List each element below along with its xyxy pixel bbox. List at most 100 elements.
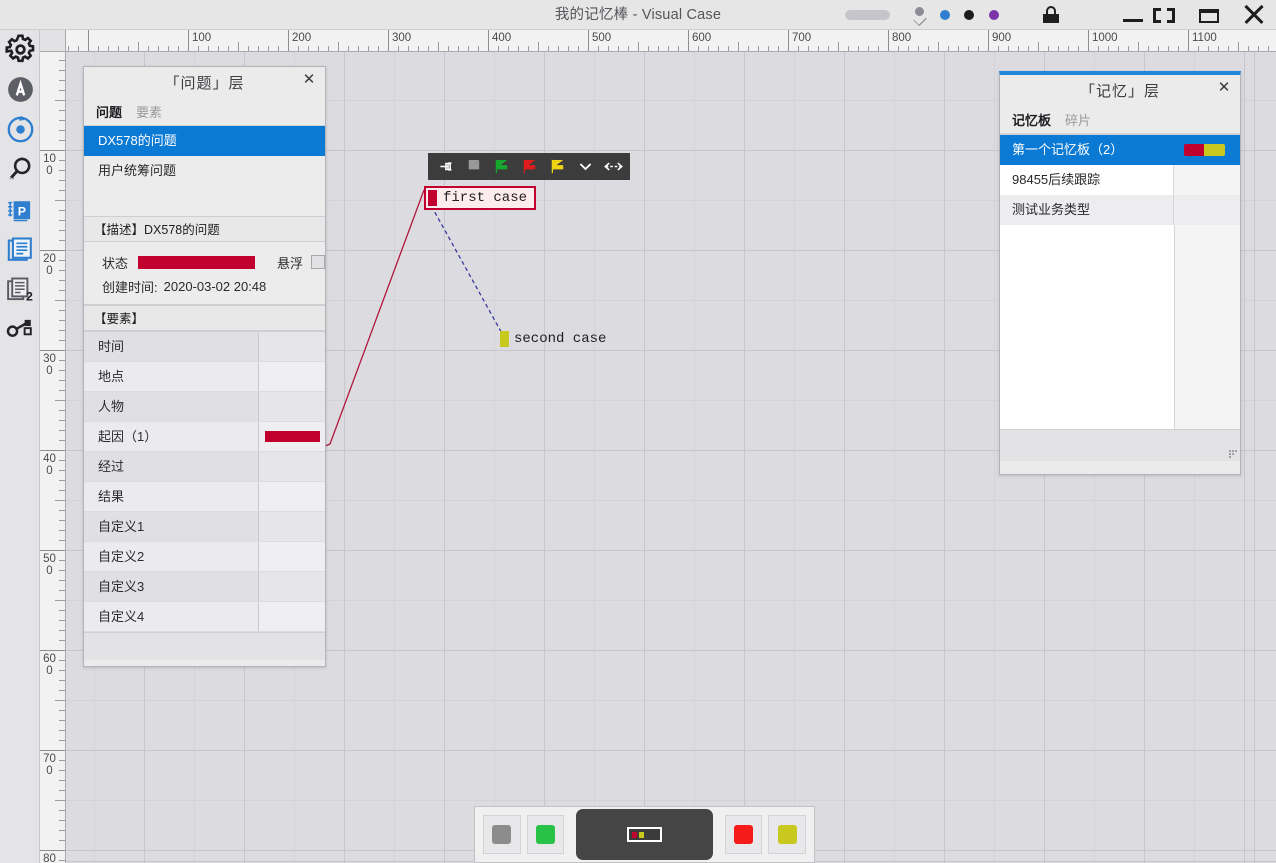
palette-red-button[interactable]	[724, 815, 763, 854]
palette-yellow-button[interactable]	[768, 815, 806, 854]
node-label: first case	[443, 190, 528, 206]
list-item[interactable]: 第一个记忆板（2）	[1000, 135, 1240, 165]
palette-green-button[interactable]	[526, 815, 565, 854]
ruler-minor-tick	[59, 410, 65, 411]
user-icon[interactable]	[910, 5, 930, 27]
flag-yellow-icon[interactable]	[544, 155, 570, 178]
list-item[interactable]: 测试业务类型	[1000, 195, 1240, 225]
ruler-label: 200	[43, 253, 56, 277]
sidebar-item-memory-layer[interactable]	[4, 233, 37, 266]
ruler-minor-tick	[508, 46, 509, 51]
ruler-minor-tick	[218, 46, 219, 51]
ruler-minor-tick	[78, 46, 79, 51]
resize-grip[interactable]	[1227, 448, 1237, 458]
fullscreen-button[interactable]	[1140, 0, 1188, 30]
tab-memory-board[interactable]: 记忆板	[1012, 110, 1051, 133]
table-cell-value	[259, 572, 325, 601]
ruler-minor-tick	[59, 770, 65, 771]
sidebar-item-tools[interactable]	[4, 313, 37, 346]
list-item-label: 测试业务类型	[1000, 195, 1174, 225]
memory-layer-panel: 「记忆」层 ✕ 记忆板 碎片 第一个记忆板（2） 98455后续跟踪 测试业务类…	[999, 71, 1241, 475]
ruler-minor-tick	[1158, 46, 1159, 51]
flag-green-icon[interactable]	[488, 155, 514, 178]
ruler-minor-tick	[59, 130, 65, 131]
flag-red-icon[interactable]	[516, 155, 542, 178]
ruler-minor-tick	[858, 46, 859, 51]
sidebar-item-refresh[interactable]	[4, 113, 37, 146]
close-button[interactable]	[1230, 0, 1276, 30]
palette-gray-button[interactable]	[483, 815, 521, 854]
lock-icon[interactable]	[1043, 6, 1059, 23]
table-row[interactable]: 自定义2	[84, 542, 325, 572]
problem-panel-tabs: 问题 要素	[84, 100, 325, 126]
ruler-corner	[40, 30, 66, 52]
state-label: 状态	[102, 255, 129, 271]
tab-problem[interactable]: 问题	[96, 102, 122, 125]
ruler-minor-tick	[1208, 46, 1209, 51]
sidebar-item-pages[interactable]: 2	[4, 273, 37, 306]
list-item[interactable]: DX578的问题	[84, 126, 325, 156]
sidebar-item-problem-layer[interactable]: P	[4, 193, 37, 226]
ruler-label: 300	[392, 32, 412, 44]
ruler-minor-tick	[978, 46, 979, 51]
flag-toolbar	[428, 153, 630, 180]
black-dot-icon[interactable]	[964, 10, 974, 20]
ruler-minor-tick	[728, 46, 729, 51]
problem-panel-header: 「问题」层 ✕	[84, 67, 325, 100]
flag-gray-icon[interactable]	[460, 155, 486, 178]
ruler-minor-tick	[1048, 46, 1049, 51]
ruler-minor-tick	[59, 280, 65, 281]
ruler-minor-tick	[59, 490, 65, 491]
float-checkbox[interactable]	[311, 255, 326, 269]
horizontal-ruler: 100 200 300 400 500 600 700 800 900 1000 1100	[66, 30, 1276, 52]
table-row[interactable]: 时间	[84, 332, 325, 362]
ruler-minor-tick	[128, 46, 129, 51]
table-row[interactable]: 经过	[84, 452, 325, 482]
title-bar: 我的记忆棒 - Visual Case	[0, 0, 1276, 30]
blue-dot-icon[interactable]	[940, 10, 950, 20]
purple-dot-icon[interactable]	[989, 10, 999, 20]
ruler-minor-tick	[1118, 46, 1119, 51]
ruler-minor-tick	[55, 600, 65, 601]
ruler-minor-tick	[448, 46, 449, 51]
ruler-minor-tick	[59, 640, 65, 641]
table-cell-value	[259, 482, 325, 511]
chevron-down-icon[interactable]	[572, 155, 598, 178]
table-row[interactable]: 起因（1）	[84, 422, 325, 452]
table-row[interactable]: 结果	[84, 482, 325, 512]
table-row[interactable]: 地点	[84, 362, 325, 392]
ruler-minor-tick	[59, 190, 65, 191]
created-value: 2020-03-02 20:48	[163, 278, 267, 294]
ruler-minor-tick	[828, 46, 829, 51]
memory-list: 第一个记忆板（2） 98455后续跟踪 测试业务类型	[1000, 134, 1240, 429]
ruler-minor-tick	[208, 46, 209, 51]
restore-button[interactable]	[1185, 0, 1233, 30]
sidebar-item-account[interactable]	[4, 73, 37, 106]
ruler-minor-tick	[59, 620, 65, 621]
sidebar-item-search[interactable]	[4, 153, 37, 186]
close-icon[interactable]: ✕	[298, 70, 320, 92]
close-icon[interactable]: ✕	[1213, 78, 1235, 100]
palette-active-button[interactable]	[576, 809, 713, 860]
ruler-minor-tick	[1098, 46, 1099, 51]
table-row[interactable]: 人物	[84, 392, 325, 422]
table-row[interactable]: 自定义1	[84, 512, 325, 542]
ruler-minor-tick	[148, 46, 149, 51]
ruler-minor-tick	[1138, 42, 1139, 51]
svg-text:2: 2	[26, 290, 33, 304]
pin-icon[interactable]	[432, 155, 458, 178]
table-row[interactable]: 自定义3	[84, 572, 325, 602]
tab-elements[interactable]: 要素	[136, 102, 162, 125]
ruler-minor-tick	[928, 46, 929, 51]
table-row[interactable]: 自定义4	[84, 602, 325, 632]
node-first-case[interactable]: first case	[424, 186, 537, 210]
list-item[interactable]: 98455后续跟踪	[1000, 165, 1240, 195]
ruler-minor-tick	[718, 46, 719, 51]
list-item[interactable]: 用户统筹问题	[84, 156, 325, 186]
tab-fragments[interactable]: 碎片	[1065, 110, 1091, 133]
sidebar-item-settings[interactable]	[4, 33, 37, 66]
vertical-ruler: 100 200 300 400 500 600 700 800	[40, 52, 66, 863]
ruler-minor-tick	[59, 310, 65, 311]
node-second-case[interactable]: second case	[500, 331, 606, 347]
link-arrow-icon[interactable]	[600, 155, 626, 178]
